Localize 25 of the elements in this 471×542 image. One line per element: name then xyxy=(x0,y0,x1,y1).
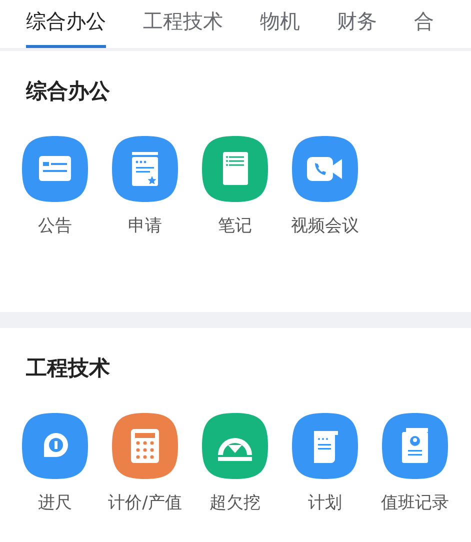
app-label: 视频会议 xyxy=(291,215,359,237)
document-icon[interactable] xyxy=(112,136,178,202)
tab[interactable]: 工程技术 xyxy=(143,0,223,48)
tab[interactable]: 综合办公 xyxy=(26,0,106,48)
video-camera-icon[interactable] xyxy=(292,136,358,202)
scroll-icon[interactable] xyxy=(292,413,358,479)
app-label: 进尺 xyxy=(38,492,72,514)
calculator-icon[interactable] xyxy=(112,413,178,479)
contact-book-icon[interactable] xyxy=(382,413,448,479)
tab[interactable]: 物机 xyxy=(260,0,300,48)
card-icon[interactable] xyxy=(22,136,88,202)
app-label: 计价/产值 xyxy=(108,492,182,514)
tab[interactable]: 合 xyxy=(414,0,434,48)
app-label: 公告 xyxy=(38,215,72,237)
app-label: 笔记 xyxy=(218,215,252,237)
app-label: 申请 xyxy=(128,215,162,237)
gauge-icon[interactable] xyxy=(202,413,268,479)
tab[interactable]: 财务 xyxy=(337,0,377,48)
section-title: 综合办公 xyxy=(24,78,111,105)
app-label: 超欠挖 xyxy=(210,492,260,514)
app-label: 值班记录 xyxy=(381,492,449,514)
app-label: 计划 xyxy=(308,492,342,514)
tape-measure-icon[interactable] xyxy=(22,413,88,479)
list-icon[interactable] xyxy=(202,136,268,202)
section-title: 工程技术 xyxy=(25,355,111,382)
